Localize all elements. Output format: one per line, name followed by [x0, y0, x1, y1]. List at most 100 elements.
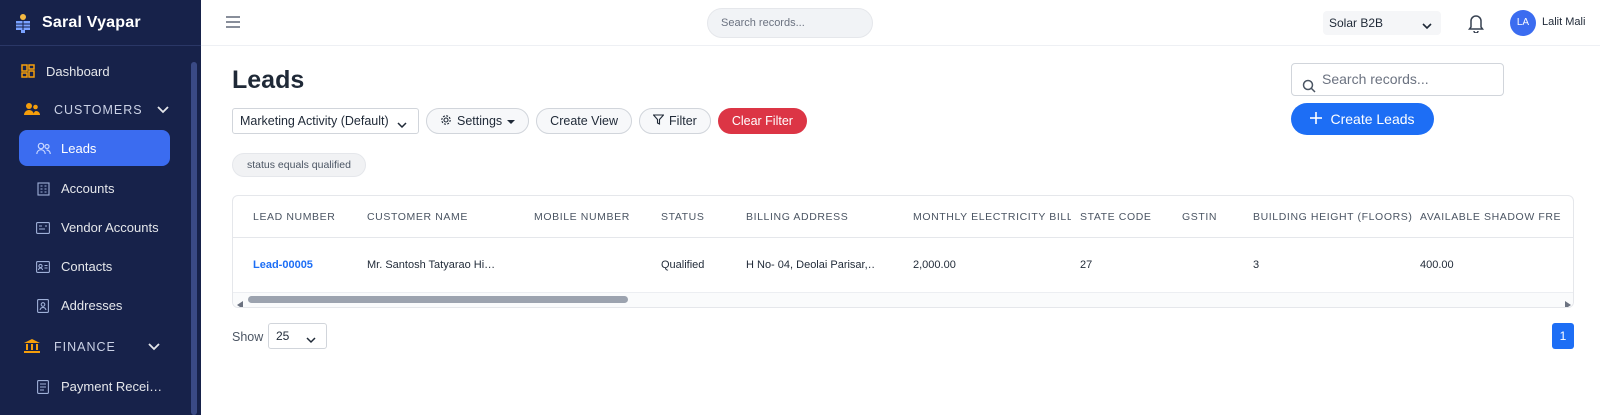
building-icon [35, 181, 51, 197]
billing-address-cell: H No- 04, Deolai Parisar,… [746, 259, 876, 271]
column-header[interactable]: MOBILE NUMBER [534, 196, 654, 237]
app-name: Saral Vyapar [42, 13, 141, 31]
sidebar-item-label: Contacts [61, 259, 113, 274]
clear-filter-label: Clear Filter [731, 114, 793, 128]
brand[interactable]: Saral Vyapar [0, 0, 201, 46]
scrollbar-thumb[interactable] [191, 62, 197, 415]
chevron-down-icon [157, 103, 169, 117]
column-header[interactable]: GSTIN [1182, 196, 1242, 237]
avatar[interactable]: LA [1510, 10, 1536, 36]
column-header[interactable]: MONTHLY ELECTRICITY BILL ... [913, 196, 1071, 237]
filter-button[interactable]: Filter [639, 108, 711, 134]
status-cell: Qualified [661, 259, 705, 271]
sidebar-item-label: Payment Recei… [61, 379, 163, 394]
logo-icon [12, 12, 34, 34]
lead-number-link[interactable]: Lead-00005 [253, 239, 363, 291]
settings-label: Settings [457, 114, 503, 128]
section-label: CUSTOMERS [54, 103, 143, 117]
topbar: Search records... Solar B2B LA Lalit Mal… [201, 0, 1600, 46]
create-view-label: Create View [550, 114, 619, 128]
sidebar-item-label: Dashboard [46, 63, 110, 79]
scroll-left-arrow-icon[interactable] [237, 296, 243, 307]
scrollbar-thumb[interactable] [248, 296, 628, 303]
search-input[interactable]: Search records... [1291, 63, 1504, 96]
leads-table: LEAD NUMBER CUSTOMER NAME MOBILE NUMBER … [232, 195, 1574, 308]
chevron-down-icon [396, 115, 408, 139]
users-icon [35, 140, 51, 156]
sidebar-nav: Dashboard CUSTOMERS Leads Accounts Vendo… [0, 52, 190, 406]
available-shadow-free-cell: 400.00 [1420, 259, 1454, 271]
column-header[interactable]: BUILDING HEIGHT (FLOORS) [1253, 196, 1418, 237]
bank-icon [24, 338, 40, 356]
clear-filter-button[interactable]: Clear Filter [717, 108, 807, 134]
sidebar-item-dashboard[interactable]: Dashboard [0, 52, 190, 90]
gstin-cell [1182, 239, 1242, 291]
settings-button[interactable]: Settings [426, 108, 530, 134]
page-size-value: 25 [276, 329, 290, 343]
column-header[interactable]: CUSTOMER NAME [367, 196, 527, 237]
create-leads-label: Create Leads [1330, 111, 1415, 127]
chevron-down-icon [1421, 16, 1433, 40]
horizontal-scrollbar[interactable] [233, 292, 1573, 307]
filter-label: Filter [669, 114, 697, 128]
sidebar-item-leads[interactable]: Leads [19, 130, 170, 166]
sidebar-item-label: Leads [61, 140, 97, 156]
chevron-down-icon [148, 340, 160, 354]
sidebar-item-payment-receipts[interactable]: Payment Recei… [0, 367, 190, 406]
customer-name-cell: Mr. Santosh Tatyarao Hi… [367, 259, 495, 271]
sidebar-section-customers[interactable]: CUSTOMERS [0, 90, 190, 130]
sidebar-item-label: Accounts [61, 181, 115, 196]
main-content: Leads Search records... Create Leads Mar… [201, 46, 1600, 415]
mobile-number-cell [534, 239, 654, 291]
scroll-right-arrow-icon[interactable] [1565, 296, 1571, 307]
caret-down-icon [507, 114, 516, 128]
column-header[interactable]: STATUS [661, 196, 741, 237]
create-view-button[interactable]: Create View [536, 108, 633, 134]
table-row[interactable]: Lead-00005 Mr. Santosh Tatyarao Hi… Qual… [233, 239, 1573, 291]
sidebar: Saral Vyapar Dashboard CUSTOMERS Leads A… [0, 0, 201, 415]
sidebar-scrollbar[interactable] [191, 62, 197, 415]
column-header[interactable]: STATE CODE [1080, 196, 1170, 237]
filter-icon [652, 114, 665, 128]
view-select-value: Marketing Activity (Default) [240, 114, 389, 128]
organization-select[interactable]: Solar B2B [1323, 11, 1441, 35]
contact-card-icon [35, 259, 51, 275]
sidebar-item-contacts[interactable]: Contacts [0, 247, 190, 286]
search-placeholder: Search records... [1322, 71, 1429, 87]
user-name[interactable]: Lalit Mali [1542, 16, 1585, 28]
create-leads-button[interactable]: Create Leads [1291, 103, 1434, 135]
page-size-label: Show [232, 330, 264, 344]
monthly-bill-cell: 2,000.00 [913, 259, 956, 271]
state-code-cell: 27 [1080, 259, 1093, 271]
sidebar-section-finance[interactable]: FINANCE [0, 327, 190, 367]
chevron-down-icon [305, 330, 317, 354]
organization-value: Solar B2B [1329, 16, 1384, 30]
column-header[interactable]: AVAILABLE SHADOW FRE [1420, 196, 1573, 237]
address-book-icon [35, 298, 51, 314]
active-filter-chip[interactable]: status equals qualified [232, 153, 366, 177]
page-size-select[interactable]: 25 [268, 323, 327, 349]
receipt-icon [35, 379, 51, 395]
customers-icon [24, 102, 40, 119]
search-icon [1302, 73, 1316, 104]
sidebar-item-addresses[interactable]: Addresses [0, 286, 190, 325]
plus-icon [1310, 111, 1323, 127]
gear-icon [440, 114, 452, 129]
vendor-card-icon [35, 220, 51, 236]
column-header[interactable]: LEAD NUMBER [253, 196, 363, 237]
table-header: LEAD NUMBER CUSTOMER NAME MOBILE NUMBER … [233, 196, 1573, 238]
sidebar-item-label: Addresses [61, 298, 123, 313]
dashboard-icon [20, 63, 36, 79]
view-select[interactable]: Marketing Activity (Default) [232, 108, 419, 134]
pagination-page-button[interactable]: 1 [1552, 323, 1574, 349]
toolbar: Marketing Activity (Default) Settings Cr… [232, 108, 807, 134]
page-title: Leads [232, 66, 305, 94]
notification-bell-icon[interactable] [1467, 13, 1485, 34]
top-search-input[interactable]: Search records... [707, 8, 873, 38]
column-header[interactable]: BILLING ADDRESS [746, 196, 906, 237]
section-label: FINANCE [54, 340, 116, 354]
building-height-cell: 3 [1253, 259, 1260, 271]
sidebar-item-accounts[interactable]: Accounts [0, 169, 190, 208]
hamburger-menu-icon[interactable] [225, 15, 241, 29]
sidebar-item-vendor-accounts[interactable]: Vendor Accounts [0, 208, 190, 247]
